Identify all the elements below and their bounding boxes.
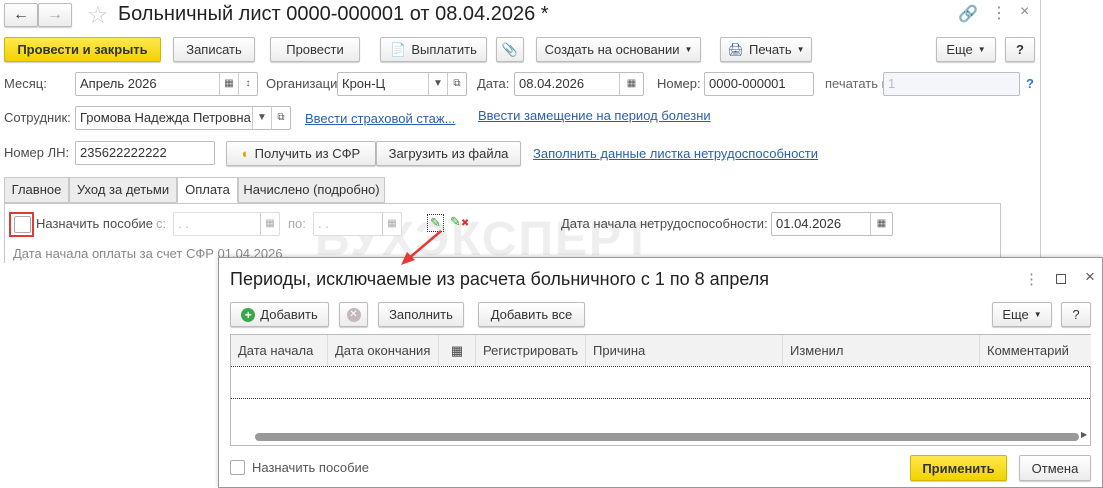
forward-button[interactable]: → xyxy=(38,3,72,27)
post-and-close-button[interactable]: Провести и закрыть xyxy=(4,37,161,62)
col-register[interactable]: Регистрировать xyxy=(476,335,586,366)
fill-button[interactable]: Заполнить xyxy=(378,302,464,327)
plus-circle-icon: + xyxy=(241,307,256,322)
org-label: Организация: xyxy=(266,76,349,91)
insurance-link[interactable]: Ввести страховой стаж... xyxy=(305,111,455,126)
more-vert-icon[interactable]: ⋮ xyxy=(1024,270,1039,288)
maximize-icon[interactable] xyxy=(1056,274,1066,284)
print-button[interactable]: 🖨 Печать ▼ xyxy=(720,37,812,62)
open-icon[interactable]: ⧉ xyxy=(271,107,290,129)
apply-button[interactable]: Применить xyxy=(910,455,1007,481)
dialog-assign-checkbox[interactable] xyxy=(230,460,245,475)
red-arrow xyxy=(401,230,442,265)
tab-main[interactable]: Главное xyxy=(4,177,69,203)
date-label: Дата: xyxy=(477,76,510,91)
employee-label: Сотрудник: xyxy=(4,110,71,125)
col-changed-by[interactable]: Изменил xyxy=(783,335,980,366)
to-label: по: xyxy=(288,216,306,231)
star-icon[interactable]: ☆ xyxy=(87,1,109,30)
tab-accrued[interactable]: Начислено (подробно) xyxy=(238,177,385,203)
close-icon[interactable]: × xyxy=(1020,3,1029,21)
save-button[interactable]: Записать xyxy=(173,37,255,62)
get-sfr-button[interactable]: ◐ Получить из СФР xyxy=(226,141,376,166)
ln-field[interactable]: 235622222222 xyxy=(75,141,215,165)
col-comment[interactable]: Комментарий xyxy=(980,335,1091,366)
calendar-icon[interactable]: ▦ xyxy=(260,213,279,235)
assign-benefit-checkbox[interactable] xyxy=(14,216,31,233)
col-start-date[interactable]: Дата начала xyxy=(231,335,328,366)
calendar-icon: ▦ xyxy=(450,343,464,358)
chevron-down-icon: ▼ xyxy=(796,45,805,54)
dialog-assign-label: Назначить пособие xyxy=(252,460,370,475)
sfr-icon: ◐ xyxy=(241,146,250,161)
paperclip-icon: 📎 xyxy=(501,41,519,57)
start-date-label: Дата начала нетрудоспособности: xyxy=(561,216,768,231)
pay-icon: 📄 xyxy=(390,41,407,57)
post-button[interactable]: Провести xyxy=(270,37,360,62)
month-field[interactable]: Апрель 2026 ▦ ↕ xyxy=(75,72,258,96)
col-end-date[interactable]: Дата окончания xyxy=(328,335,439,366)
col-reason[interactable]: Причина xyxy=(586,335,783,366)
dialog-title: Периоды, исключаемые из расчета больничн… xyxy=(230,269,770,289)
assign-benefit-label: Назначить пособие xyxy=(36,216,154,231)
number-label: Номер: xyxy=(657,76,701,91)
pay-button[interactable]: 📄 Выплатить xyxy=(380,37,487,62)
chevron-down-icon: ▼ xyxy=(1033,310,1042,319)
attach-button[interactable]: 📎 xyxy=(496,37,524,62)
date-field[interactable]: 08.04.2026 ▦ xyxy=(514,72,644,96)
month-label: Месяц: xyxy=(4,76,47,91)
col-calendar[interactable]: ▦ xyxy=(439,335,476,366)
more-vert-icon[interactable]: ⋮ xyxy=(991,3,1007,23)
help-button[interactable]: ? xyxy=(1005,37,1035,62)
to-date-field[interactable]: . . ▦ xyxy=(313,212,402,236)
calendar-icon[interactable]: ▦ xyxy=(219,73,238,95)
open-icon[interactable]: ⧉ xyxy=(447,73,466,95)
scroll-right-icon[interactable]: ▶ xyxy=(1081,430,1087,439)
chevron-down-icon: ▼ xyxy=(977,45,986,54)
printer-icon: 🖨 xyxy=(727,41,744,57)
load-file-button[interactable]: Загрузить из файла xyxy=(376,141,521,166)
horizontal-scrollbar[interactable] xyxy=(255,433,1079,441)
print-as-field: 1 xyxy=(883,72,1020,96)
tab-childcare[interactable]: Уход за детьми xyxy=(69,177,177,203)
periods-table: Дата начала Дата окончания ▦ Регистриров… xyxy=(230,334,1091,446)
calendar-icon[interactable]: ▦ xyxy=(619,73,643,95)
dialog-help-button[interactable]: ? xyxy=(1061,302,1091,327)
from-date-field[interactable]: . . ▦ xyxy=(173,212,280,236)
print-as-help[interactable]: ? xyxy=(1026,72,1034,96)
dropdown-icon[interactable]: ▼ xyxy=(428,73,447,95)
exclude-periods-dialog: Периоды, исключаемые из расчета больничн… xyxy=(218,257,1103,488)
start-date-field[interactable]: 01.04.2026 ▦ xyxy=(771,212,893,236)
window-title: Больничный лист 0000-000001 от 08.04.202… xyxy=(118,3,549,25)
close-icon[interactable]: × xyxy=(1085,267,1095,287)
chevron-down-icon: ▼ xyxy=(684,45,693,54)
table-row[interactable] xyxy=(231,366,1090,399)
from-label: с: xyxy=(156,216,167,231)
fill-data-link[interactable]: Заполнить данные листка нетрудоспособнос… xyxy=(533,146,818,161)
employee-field[interactable]: Громова Надежда Петровна ▼ ⧉ xyxy=(75,106,291,130)
add-button[interactable]: + Добавить xyxy=(230,302,329,327)
link-icon[interactable]: 🔗 xyxy=(958,4,978,24)
back-button[interactable]: ← xyxy=(4,3,38,27)
dialog-more-button[interactable]: Еще ▼ xyxy=(992,302,1052,327)
replacement-link[interactable]: Ввести замещение на период болезни xyxy=(478,108,711,123)
delete-button[interactable]: ✕ xyxy=(339,302,368,327)
dropdown-icon[interactable]: ▼ xyxy=(252,107,271,129)
more-button[interactable]: Еще ▼ xyxy=(936,37,996,62)
calendar-icon[interactable]: ▦ xyxy=(870,213,892,235)
number-field[interactable]: 0000-000001 xyxy=(704,72,814,96)
org-field[interactable]: Крон-Ц ▼ ⧉ xyxy=(337,72,467,96)
tab-payment[interactable]: Оплата xyxy=(177,177,238,203)
spin-icon[interactable]: ↕ xyxy=(238,73,257,95)
ln-label: Номер ЛН: xyxy=(4,145,70,160)
create-based-button[interactable]: Создать на основании ▼ xyxy=(536,37,701,62)
window-border xyxy=(1040,0,1041,257)
delete-icon: ✕ xyxy=(346,307,361,322)
clear-periods-icon[interactable]: ✎✖ xyxy=(450,214,469,230)
cancel-button[interactable]: Отмена xyxy=(1019,455,1091,481)
add-all-button[interactable]: Добавить все xyxy=(478,302,585,327)
